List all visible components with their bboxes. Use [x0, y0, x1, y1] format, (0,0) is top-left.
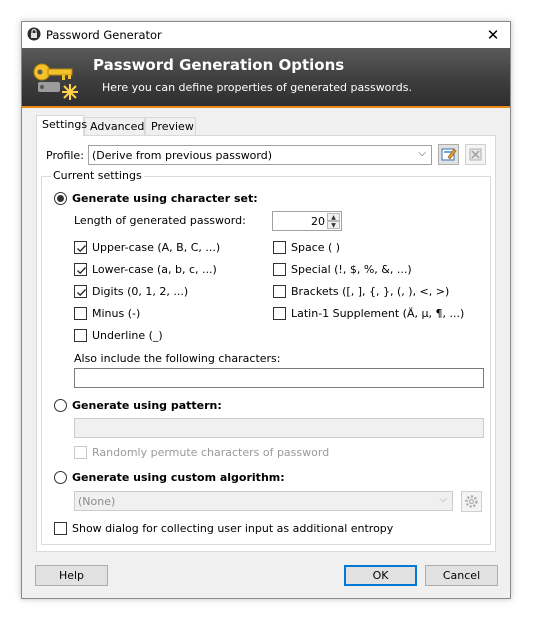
pattern-label: Generate using pattern:	[72, 399, 222, 412]
minus-label: Minus (-)	[92, 307, 141, 320]
charset-radio[interactable]	[54, 192, 67, 205]
tab-advanced[interactable]: Advanced	[84, 117, 145, 135]
profile-dropdown[interactable]: (Derive from previous password) ⌵	[88, 145, 432, 165]
also-include-label: Also include the following characters:	[74, 352, 281, 365]
custom-algorithm-label: Generate using custom algorithm:	[72, 471, 285, 484]
permute-label: Randomly permute characters of password	[92, 446, 330, 459]
custom-algorithm-dropdown[interactable]: (None) ⌵	[74, 491, 453, 511]
entropy-checkbox[interactable]	[54, 522, 67, 535]
custom-algorithm-value: (None)	[78, 495, 116, 508]
tab-preview[interactable]: Preview	[145, 117, 196, 135]
length-spinner[interactable]: 20 ▲ ▼	[272, 211, 342, 231]
banner: Password Generation Options Here you can…	[22, 48, 510, 108]
close-icon[interactable]: ✕	[476, 22, 510, 48]
custom-algorithm-radio[interactable]	[54, 471, 67, 484]
digits-label: Digits (0, 1, 2, ...)	[92, 285, 189, 298]
settings-tab-panel: Profile: (Derive from previous password)…	[36, 135, 496, 552]
save-profile-button[interactable]	[438, 144, 459, 165]
ok-button[interactable]: OK	[344, 565, 417, 586]
also-include-input[interactable]	[74, 368, 484, 388]
keys-icon	[33, 63, 78, 100]
latin1-checkbox[interactable]	[273, 307, 286, 320]
brackets-checkbox[interactable]	[273, 285, 286, 298]
checkmark-icon	[77, 245, 86, 253]
chevron-down-icon: ⌵	[439, 494, 447, 505]
cancel-button[interactable]: Cancel	[425, 565, 498, 586]
help-button[interactable]: Help	[35, 565, 108, 586]
gear-icon	[465, 495, 478, 508]
spin-up-icon[interactable]: ▲	[327, 213, 340, 221]
password-generator-window: Password Generator ✕ Password Generation…	[21, 21, 511, 599]
space-label: Space ( )	[291, 241, 341, 254]
minus-checkbox[interactable]	[74, 307, 87, 320]
special-label: Special (!, $, %, &, ...)	[291, 263, 412, 276]
entropy-label: Show dialog for collecting user input as…	[72, 522, 394, 535]
special-checkbox[interactable]	[273, 263, 286, 276]
current-settings-label: Current settings	[51, 169, 144, 182]
pattern-input[interactable]	[74, 418, 484, 438]
lowercase-checkbox[interactable]	[74, 263, 87, 276]
permute-checkbox[interactable]	[74, 446, 87, 459]
uppercase-checkbox[interactable]	[74, 241, 87, 254]
profile-value: (Derive from previous password)	[92, 149, 273, 162]
chevron-down-icon: ⌵	[418, 148, 426, 159]
space-checkbox[interactable]	[273, 241, 286, 254]
delete-profile-button[interactable]	[465, 144, 486, 165]
length-label: Length of generated password:	[74, 214, 246, 227]
lowercase-label: Lower-case (a, b, c, ...)	[92, 263, 217, 276]
custom-algorithm-options-button[interactable]	[461, 491, 482, 512]
underline-checkbox[interactable]	[74, 329, 87, 342]
profile-label: Profile:	[46, 149, 84, 162]
title-bar: Password Generator ✕	[22, 22, 510, 48]
digits-checkbox[interactable]	[74, 285, 87, 298]
checkmark-icon	[77, 267, 86, 275]
banner-subtitle: Here you can define properties of genera…	[102, 81, 412, 94]
latin1-label: Latin-1 Supplement (Ä, µ, ¶, ...)	[291, 307, 465, 320]
pattern-radio[interactable]	[54, 399, 67, 412]
spin-down-icon[interactable]: ▼	[327, 221, 340, 229]
charset-label: Generate using character set:	[72, 192, 258, 205]
delete-profile-icon	[469, 148, 482, 161]
brackets-label: Brackets ([, ], {, }, (, ), <, >)	[291, 285, 450, 298]
uppercase-label: Upper-case (A, B, C, ...)	[92, 241, 221, 254]
save-profile-icon	[441, 148, 457, 161]
lock-icon	[27, 27, 41, 41]
underline-label: Underline (_)	[92, 329, 163, 342]
length-value: 20	[311, 215, 325, 228]
tab-settings[interactable]: Settings	[36, 115, 87, 136]
banner-title: Password Generation Options	[93, 56, 345, 74]
window-title: Password Generator	[46, 28, 162, 42]
checkmark-icon	[77, 289, 86, 297]
